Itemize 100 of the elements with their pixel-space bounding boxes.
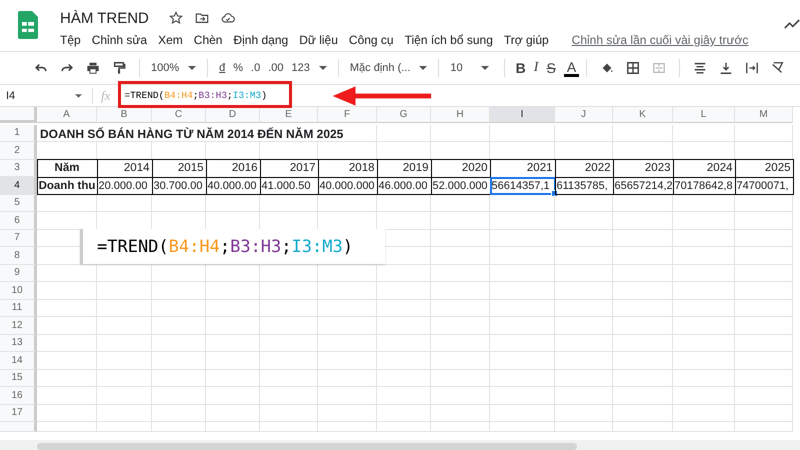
fill-color-icon[interactable] — [600, 61, 614, 75]
empty-cell[interactable] — [377, 282, 431, 300]
empty-cell[interactable] — [260, 387, 318, 404]
empty-cell[interactable] — [735, 212, 793, 230]
empty-cell[interactable] — [97, 352, 152, 370]
row-header[interactable]: 17 — [0, 404, 37, 422]
empty-cell[interactable] — [152, 387, 206, 404]
empty-cell[interactable] — [97, 317, 152, 334]
sheets-logo-icon[interactable] — [18, 11, 38, 39]
menu-item[interactable]: Dữ liệu — [299, 33, 338, 47]
zoom-dropdown[interactable]: 100% — [147, 56, 200, 80]
empty-cell[interactable] — [555, 317, 613, 334]
empty-cell[interactable] — [431, 124, 490, 142]
empty-cell[interactable] — [490, 300, 555, 317]
empty-cell[interactable] — [377, 334, 431, 352]
empty-cell[interactable] — [735, 300, 793, 317]
empty-cell[interactable] — [735, 194, 793, 212]
empty-cell[interactable] — [318, 194, 377, 212]
trend-icon[interactable] — [784, 18, 800, 30]
empty-cell[interactable] — [613, 212, 673, 230]
empty-cell[interactable] — [735, 264, 793, 282]
empty-cell[interactable] — [613, 387, 673, 404]
empty-cell[interactable] — [490, 404, 555, 422]
empty-cell[interactable] — [377, 300, 431, 317]
empty-cell[interactable] — [97, 387, 152, 404]
empty-cell[interactable] — [673, 404, 735, 422]
table-cell[interactable]: 74700071, — [734, 176, 794, 195]
empty-cell[interactable] — [490, 247, 555, 264]
empty-cell[interactable] — [613, 352, 673, 370]
empty-cell[interactable] — [555, 352, 613, 370]
menu-item[interactable]: Tệp — [60, 33, 81, 47]
empty-cell[interactable] — [555, 264, 613, 282]
empty-cell[interactable] — [613, 247, 673, 264]
empty-cell[interactable] — [152, 352, 206, 370]
empty-cell[interactable] — [260, 422, 318, 432]
empty-cell[interactable] — [206, 370, 260, 387]
empty-cell[interactable] — [152, 334, 206, 352]
empty-cell[interactable] — [735, 230, 793, 247]
column-header[interactable]: J — [555, 107, 613, 123]
empty-cell[interactable] — [735, 247, 793, 264]
empty-cell[interactable] — [206, 282, 260, 300]
empty-cell[interactable] — [673, 124, 735, 142]
empty-cell[interactable] — [613, 124, 673, 142]
empty-cell[interactable] — [260, 300, 318, 317]
empty-cell[interactable] — [318, 282, 377, 300]
empty-cell[interactable] — [377, 370, 431, 387]
empty-cell[interactable] — [490, 387, 555, 404]
empty-cell[interactable] — [735, 124, 793, 142]
empty-cell[interactable] — [260, 370, 318, 387]
column-header[interactable]: H — [431, 107, 490, 123]
empty-cell[interactable] — [431, 264, 490, 282]
empty-cell[interactable] — [431, 422, 490, 432]
empty-cell[interactable] — [152, 282, 206, 300]
empty-cell[interactable] — [318, 404, 377, 422]
empty-cell[interactable] — [555, 230, 613, 247]
empty-cell[interactable] — [377, 264, 431, 282]
menu-item[interactable]: Tiện ích bổ sung — [404, 33, 493, 47]
empty-cell[interactable] — [613, 282, 673, 300]
empty-cell[interactable] — [490, 317, 555, 334]
empty-cell[interactable] — [206, 194, 260, 212]
empty-cell[interactable] — [555, 300, 613, 317]
empty-cell[interactable] — [735, 370, 793, 387]
empty-cell[interactable] — [613, 370, 673, 387]
empty-cell[interactable] — [206, 404, 260, 422]
empty-cell[interactable] — [431, 300, 490, 317]
decrease-decimal-button[interactable]: .0 — [247, 56, 264, 80]
empty-cell[interactable] — [206, 352, 260, 370]
empty-cell[interactable] — [206, 317, 260, 334]
empty-cell[interactable] — [206, 422, 260, 432]
empty-cell[interactable] — [490, 124, 555, 142]
menu-item[interactable]: Công cụ — [348, 33, 394, 47]
merge-cells-icon[interactable] — [652, 61, 666, 75]
column-header[interactable]: I — [490, 107, 555, 123]
empty-cell[interactable] — [555, 422, 613, 432]
menu-item[interactable]: Chèn — [194, 33, 222, 47]
row-header[interactable]: 4 — [0, 177, 37, 194]
empty-cell[interactable] — [735, 387, 793, 404]
empty-cell[interactable] — [673, 317, 735, 334]
align-icon[interactable] — [693, 61, 708, 75]
empty-cell[interactable] — [613, 404, 673, 422]
empty-cell[interactable] — [431, 230, 490, 247]
column-header[interactable]: A — [37, 107, 97, 123]
empty-cell[interactable] — [206, 334, 260, 352]
empty-cell[interactable] — [431, 317, 490, 334]
table-cell[interactable]: Năm — [36, 159, 98, 178]
empty-cell[interactable] — [318, 300, 377, 317]
empty-cell[interactable] — [490, 352, 555, 370]
empty-cell[interactable] — [260, 282, 318, 300]
empty-cell[interactable] — [735, 282, 793, 300]
column-header[interactable]: G — [377, 107, 431, 123]
empty-cell[interactable] — [735, 422, 793, 432]
empty-cell[interactable] — [377, 387, 431, 404]
empty-cell[interactable] — [377, 422, 431, 432]
empty-cell[interactable] — [152, 370, 206, 387]
empty-cell[interactable] — [673, 212, 735, 230]
empty-cell[interactable] — [555, 370, 613, 387]
row-header[interactable]: 6 — [0, 212, 37, 230]
italic-button[interactable]: I — [530, 56, 542, 80]
empty-cell[interactable] — [260, 352, 318, 370]
cloud-icon[interactable] — [220, 11, 235, 25]
